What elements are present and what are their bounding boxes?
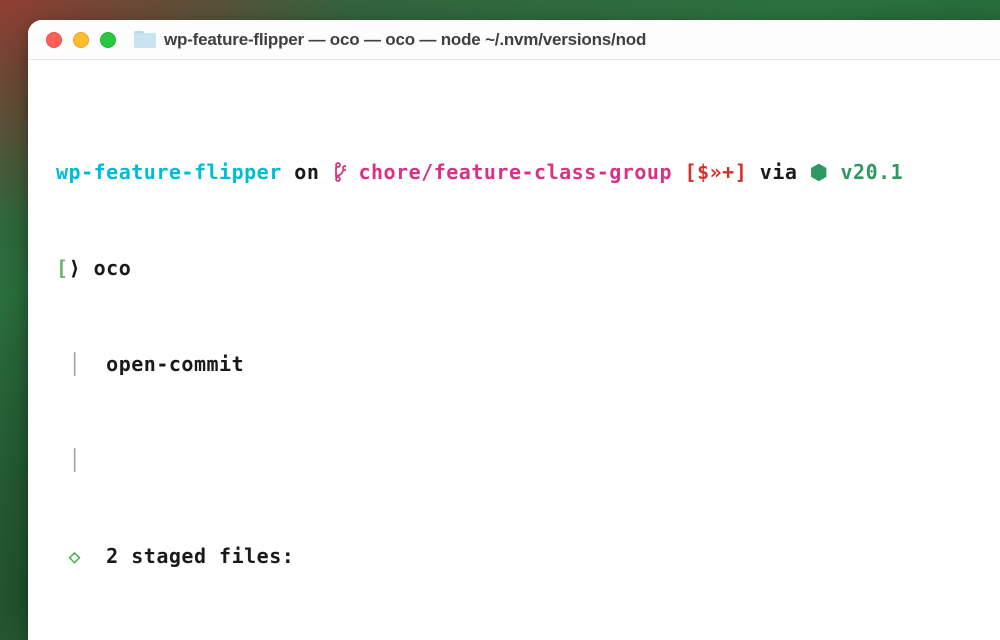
git-branch-icon [332, 156, 359, 188]
command-line: [⟩ oco [28, 252, 1000, 284]
prompt-bracket-open: [ [56, 256, 69, 280]
output-line: app/Features/Updates/Updates.php [28, 636, 1000, 640]
close-button[interactable] [46, 32, 62, 48]
command-text: oco [81, 256, 131, 280]
tool-name: open-commit [81, 352, 244, 376]
prompt-line: wp-feature-flipper on chore/feature-clas… [28, 156, 1000, 188]
node-icon: ⬢ [810, 160, 841, 184]
staged-files-label: 2 staged files: [81, 544, 294, 568]
titlebar: wp-feature-flipper — oco — oco — node ~/… [28, 20, 1000, 60]
terminal-content[interactable]: wp-feature-flipper on chore/feature-clas… [28, 60, 1000, 640]
maximize-button[interactable] [100, 32, 116, 48]
prompt-via: via [747, 160, 810, 184]
diamond-bullet: ◇ [56, 544, 81, 568]
minimize-button[interactable] [73, 32, 89, 48]
prompt-node-version: v20.1 [840, 160, 903, 184]
output-line: │ open-commit [28, 348, 1000, 380]
prompt-status: [$»+] [672, 160, 747, 184]
prompt-branch: chore/feature-class-group [358, 160, 672, 184]
window-title: wp-feature-flipper — oco — oco — node ~/… [134, 30, 646, 50]
tree-pipe: │ [56, 448, 81, 472]
output-line: │ [28, 444, 1000, 476]
window-title-text: wp-feature-flipper — oco — oco — node ~/… [164, 30, 646, 50]
prompt-dir: wp-feature-flipper [56, 160, 282, 184]
prompt-angle: ⟩ [69, 256, 82, 280]
tree-pipe: │ [56, 352, 81, 376]
output-line: ◇ 2 staged files: [28, 540, 1000, 572]
folder-icon [134, 31, 156, 48]
terminal-window: wp-feature-flipper — oco — oco — node ~/… [28, 20, 1000, 640]
traffic-lights [46, 32, 116, 48]
prompt-on: on [282, 160, 332, 184]
